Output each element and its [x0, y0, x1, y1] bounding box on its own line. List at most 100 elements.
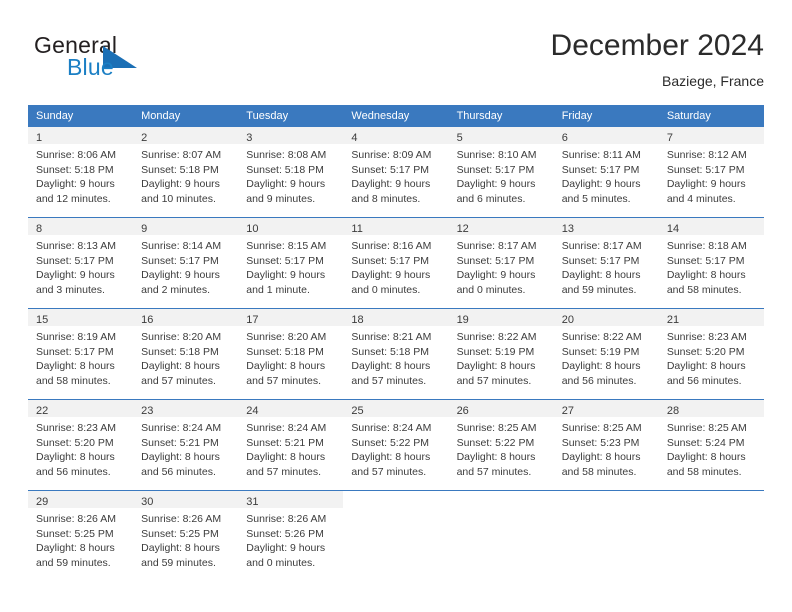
calendar-day-cell[interactable]: 4 Sunrise: 8:09 AM Sunset: 5:17 PM Daylight… — [343, 127, 449, 218]
weekday-header-tuesday: Tuesday — [238, 105, 344, 127]
day-cell-inner: 8 Sunrise: 8:13 AM Sunset: 5:17 PM Daylight… — [28, 218, 134, 308]
calendar-day-cell[interactable]: 1 Sunrise: 8:06 AM Sunset: 5:18 PM Daylight… — [28, 127, 134, 218]
day-details: Sunrise: 8:24 AM Sunset: 5:22 PM Daylight:… — [343, 417, 448, 479]
calendar-body: 1 Sunrise: 8:06 AM Sunset: 5:18 PM Daylight… — [28, 127, 764, 581]
calendar-day-cell[interactable]: 21 Sunrise: 8:23 AM Sunset: 5:20 PM Dayligh… — [658, 308, 764, 400]
day-number-band: 1 — [28, 127, 134, 144]
calendar-day-cell[interactable]: 6 Sunrise: 8:11 AM Sunset: 5:17 PM Daylight… — [553, 127, 659, 218]
sunset-text: Sunset: 5:25 PM — [36, 527, 114, 540]
day-number-band: 7 — [658, 127, 764, 144]
day-number-band: 11 — [343, 218, 449, 235]
sunset-text: Sunset: 5:18 PM — [36, 163, 114, 176]
calendar-day-cell[interactable]: 20 Sunrise: 8:22 AM Sunset: 5:19 PM Dayligh… — [553, 308, 659, 400]
calendar-day-cell[interactable]: 31 Sunrise: 8:26 AM Sunset: 5:26 PM Dayligh… — [238, 490, 344, 581]
calendar-day-cell[interactable]: 28 Sunrise: 8:25 AM Sunset: 5:24 PM Dayligh… — [658, 399, 764, 491]
calendar-day-cell[interactable]: 16 Sunrise: 8:20 AM Sunset: 5:18 PM Dayligh… — [133, 308, 239, 400]
brand-name-blue: Blue — [67, 54, 114, 80]
day-cell-inner: 27 Sunrise: 8:25 AM Sunset: 5:23 PM Dayligh… — [553, 400, 659, 490]
daylight-text-line1: Daylight: 9 hours — [561, 178, 641, 190]
calendar-day-cell[interactable]: 10 Sunrise: 8:15 AM Sunset: 5:17 PM Dayligh… — [238, 217, 344, 309]
sunset-text: Sunset: 5:17 PM — [456, 163, 535, 176]
calendar-day-cell[interactable]: 3 Sunrise: 8:08 AM Sunset: 5:18 PM Daylight… — [238, 127, 344, 218]
daylight-text-line1: Daylight: 8 hours — [36, 451, 115, 463]
calendar-day-cell[interactable]: 12 Sunrise: 8:17 AM Sunset: 5:17 PM Dayligh… — [448, 217, 554, 309]
daylight-text-line2: and 59 minutes. — [561, 283, 637, 296]
daylight-text-line2: and 10 minutes. — [141, 192, 216, 205]
day-details: Sunrise: 8:23 AM Sunset: 5:20 PM Daylight:… — [28, 417, 133, 479]
calendar-cell-empty — [658, 490, 764, 581]
day-details: Sunrise: 8:25 AM Sunset: 5:22 PM Daylight:… — [449, 417, 554, 479]
calendar-day-cell[interactable]: 27 Sunrise: 8:25 AM Sunset: 5:23 PM Dayligh… — [553, 399, 659, 491]
calendar-day-cell[interactable]: 18 Sunrise: 8:21 AM Sunset: 5:18 PM Dayligh… — [343, 308, 449, 400]
day-details: Sunrise: 8:17 AM Sunset: 5:17 PM Daylight:… — [554, 235, 659, 297]
daylight-text-line1: Daylight: 8 hours — [456, 451, 536, 463]
daylight-text-line1: Daylight: 8 hours — [666, 360, 746, 372]
calendar-day-cell[interactable]: 29 Sunrise: 8:26 AM Sunset: 5:25 PM Dayligh… — [28, 490, 134, 581]
day-details: Sunrise: 8:22 AM Sunset: 5:19 PM Daylight:… — [449, 326, 554, 388]
daylight-text-line2: and 58 minutes. — [36, 374, 111, 387]
calendar-day-cell[interactable]: 22 Sunrise: 8:23 AM Sunset: 5:20 PM Dayligh… — [28, 399, 134, 491]
calendar-day-cell[interactable]: 13 Sunrise: 8:17 AM Sunset: 5:17 PM Dayligh… — [553, 217, 659, 309]
day-number-band: 15 — [28, 309, 134, 326]
calendar-day-cell[interactable]: 2 Sunrise: 8:07 AM Sunset: 5:18 PM Daylight… — [133, 127, 239, 218]
day-cell-inner: 3 Sunrise: 8:08 AM Sunset: 5:18 PM Daylight… — [238, 127, 344, 217]
sunrise-text: Sunrise: 8:08 AM — [246, 149, 327, 161]
weekday-header-friday: Friday — [553, 105, 659, 127]
calendar-day-cell[interactable]: 9 Sunrise: 8:14 AM Sunset: 5:17 PM Daylight… — [133, 217, 239, 309]
day-number-band: 29 — [28, 491, 134, 508]
calendar-day-cell[interactable]: 17 Sunrise: 8:20 AM Sunset: 5:18 PM Dayligh… — [238, 308, 344, 400]
day-number-band: 25 — [343, 400, 449, 417]
daylight-text-line2: and 56 minutes. — [666, 374, 742, 387]
day-number-band: 8 — [28, 218, 134, 235]
day-number: 26 — [456, 405, 469, 417]
calendar-day-cell[interactable]: 19 Sunrise: 8:22 AM Sunset: 5:19 PM Dayligh… — [448, 308, 554, 400]
day-cell-inner: 7 Sunrise: 8:12 AM Sunset: 5:17 PM Daylight… — [658, 127, 764, 217]
calendar-day-cell[interactable]: 26 Sunrise: 8:25 AM Sunset: 5:22 PM Dayligh… — [448, 399, 554, 491]
daylight-text-line2: and 2 minutes. — [141, 283, 211, 296]
calendar-day-cell[interactable]: 7 Sunrise: 8:12 AM Sunset: 5:17 PM Daylight… — [658, 127, 764, 218]
daylight-text-line1: Daylight: 9 hours — [246, 178, 326, 190]
sunrise-text: Sunrise: 8:17 AM — [561, 240, 642, 252]
day-cell-inner: 15 Sunrise: 8:19 AM Sunset: 5:17 PM Dayligh… — [28, 309, 134, 399]
calendar-day-cell[interactable]: 15 Sunrise: 8:19 AM Sunset: 5:17 PM Dayligh… — [28, 308, 134, 400]
page-title: December 2024 — [550, 29, 764, 62]
day-cell-inner: 25 Sunrise: 8:24 AM Sunset: 5:22 PM Dayligh… — [343, 400, 449, 490]
calendar-day-cell[interactable]: 30 Sunrise: 8:26 AM Sunset: 5:25 PM Dayligh… — [133, 490, 239, 581]
sunset-text: Sunset: 5:17 PM — [561, 254, 640, 267]
day-details: Sunrise: 8:26 AM Sunset: 5:26 PM Daylight:… — [238, 508, 343, 570]
calendar-week-row: 1 Sunrise: 8:06 AM Sunset: 5:18 PM Daylight… — [28, 127, 764, 218]
day-cell-inner: 23 Sunrise: 8:24 AM Sunset: 5:21 PM Dayligh… — [133, 400, 239, 490]
daylight-text-line2: and 57 minutes. — [456, 465, 532, 478]
daylight-text-line1: Daylight: 9 hours — [246, 542, 326, 554]
calendar-day-cell[interactable]: 14 Sunrise: 8:18 AM Sunset: 5:17 PM Dayligh… — [658, 217, 764, 309]
day-cell-inner: 26 Sunrise: 8:25 AM Sunset: 5:22 PM Dayligh… — [448, 400, 554, 490]
weekday-header-row: Sunday Monday Tuesday Wednesday Thursday… — [28, 105, 764, 127]
calendar-day-cell[interactable]: 11 Sunrise: 8:16 AM Sunset: 5:17 PM Dayligh… — [343, 217, 449, 309]
sunset-text: Sunset: 5:22 PM — [351, 436, 430, 449]
day-number: 27 — [561, 405, 574, 417]
sunrise-text: Sunrise: 8:24 AM — [141, 422, 222, 434]
sunset-text: Sunset: 5:18 PM — [141, 163, 219, 176]
calendar-day-cell[interactable]: 5 Sunrise: 8:10 AM Sunset: 5:17 PM Daylight… — [448, 127, 554, 218]
sunrise-text: Sunrise: 8:24 AM — [351, 422, 432, 434]
calendar-day-cell[interactable]: 8 Sunrise: 8:13 AM Sunset: 5:17 PM Daylight… — [28, 217, 134, 309]
daylight-text-line1: Daylight: 8 hours — [456, 360, 536, 372]
calendar-day-cell[interactable]: 25 Sunrise: 8:24 AM Sunset: 5:22 PM Dayligh… — [343, 399, 449, 491]
day-cell-inner: 31 Sunrise: 8:26 AM Sunset: 5:26 PM Dayligh… — [238, 491, 344, 581]
brand-logo[interactable]: General Blue — [34, 32, 214, 88]
calendar-cell-empty — [448, 490, 554, 581]
daylight-text-line2: and 0 minutes. — [456, 283, 526, 296]
calendar-day-cell[interactable]: 23 Sunrise: 8:24 AM Sunset: 5:21 PM Dayligh… — [133, 399, 239, 491]
daylight-text-line2: and 12 minutes. — [36, 192, 111, 205]
weekday-header-sunday: Sunday — [28, 105, 134, 127]
daylight-text-line2: and 0 minutes. — [246, 556, 316, 569]
day-details: Sunrise: 8:16 AM Sunset: 5:17 PM Daylight:… — [343, 235, 448, 297]
day-details: Sunrise: 8:20 AM Sunset: 5:18 PM Daylight:… — [238, 326, 343, 388]
daylight-text-line1: Daylight: 8 hours — [666, 451, 746, 463]
day-cell-inner: 19 Sunrise: 8:22 AM Sunset: 5:19 PM Dayligh… — [448, 309, 554, 399]
day-cell-inner: 4 Sunrise: 8:09 AM Sunset: 5:17 PM Daylight… — [343, 127, 449, 217]
calendar-day-cell[interactable]: 24 Sunrise: 8:24 AM Sunset: 5:21 PM Dayligh… — [238, 399, 344, 491]
day-number-band: 22 — [28, 400, 134, 417]
day-number: 18 — [351, 314, 364, 326]
day-cell-inner: 16 Sunrise: 8:20 AM Sunset: 5:18 PM Dayligh… — [133, 309, 239, 399]
